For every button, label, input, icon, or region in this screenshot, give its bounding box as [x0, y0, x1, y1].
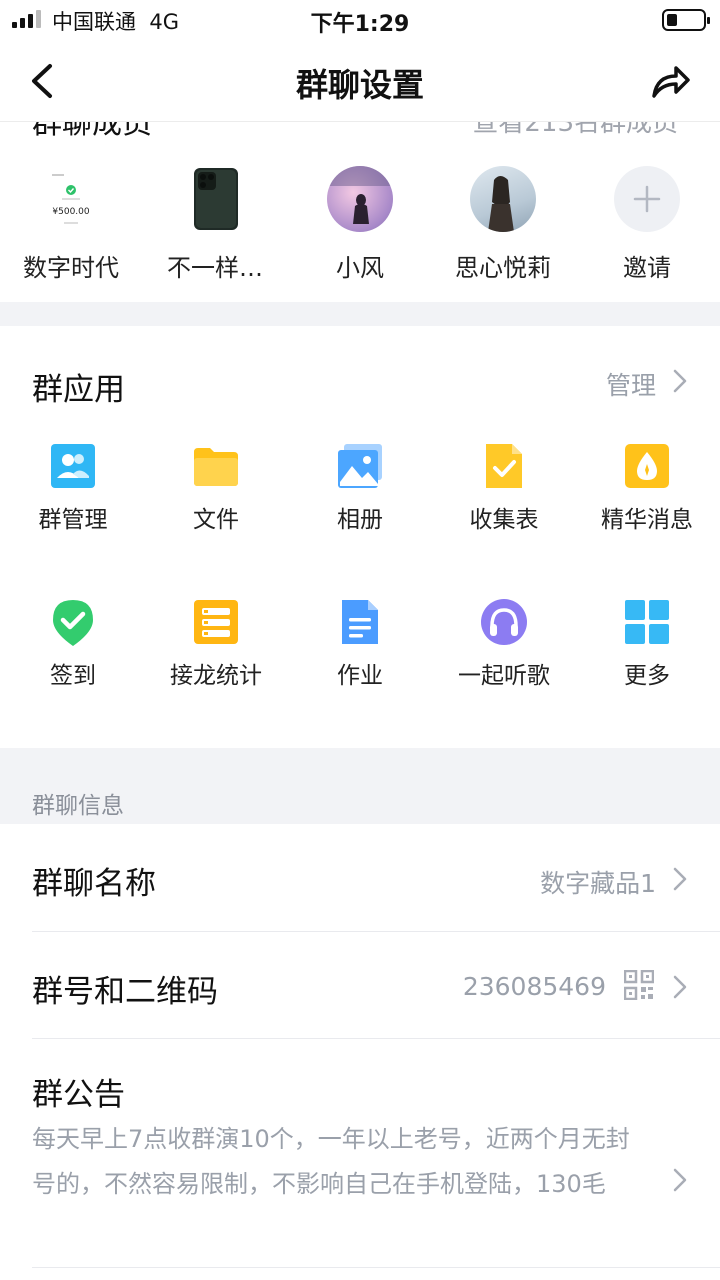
invite-button[interactable]: 邀请	[582, 166, 712, 286]
status-bar: 中国联通 4G 下午1:29	[0, 0, 720, 40]
group-notice-text: 每天早上7点收群演10个，一年以上老号，近两个月无封号的，不然容易限制，不影响自…	[32, 1125, 630, 1198]
member-item[interactable]: 小风	[295, 166, 425, 286]
member-name: 思心悦莉	[455, 254, 551, 282]
member-item[interactable]: ¥500.00 数字时代	[6, 166, 136, 286]
app-label: 相册	[337, 507, 383, 533]
member-item[interactable]: 不一样…	[150, 166, 280, 286]
member-name: 数字时代	[23, 254, 119, 282]
app-collect-form[interactable]: 收集表	[434, 442, 574, 552]
row-divider	[32, 1267, 720, 1268]
group-name-row[interactable]: 群聊名称 数字藏品1	[0, 824, 720, 932]
page-title: 群聊设置	[295, 66, 424, 104]
qr-code-icon[interactable]	[624, 970, 654, 1000]
phone-photo-avatar	[182, 166, 248, 232]
group-number-value: 236085469	[462, 972, 606, 1001]
app-label: 签到	[50, 663, 96, 689]
app-label: 更多	[624, 663, 670, 689]
app-group-manage[interactable]: 群管理	[3, 442, 143, 552]
group-name-value: 数字藏品1	[540, 869, 656, 898]
group-manage-icon	[51, 444, 95, 488]
app-label: 一起听歌	[458, 663, 550, 689]
share-icon[interactable]	[648, 60, 692, 102]
folder-icon	[194, 448, 238, 486]
chevron-right-icon	[673, 867, 687, 891]
battery-icon	[662, 9, 710, 31]
app-label: 接龙统计	[170, 663, 262, 689]
listen-music-icon	[481, 599, 527, 645]
info-section-title: 群聊信息	[32, 793, 124, 819]
member-item[interactable]: 思心悦莉	[438, 166, 568, 286]
apps-manage-link[interactable]: 管理	[606, 366, 656, 402]
invite-label: 邀请	[623, 254, 671, 282]
app-highlight-messages[interactable]: 精华消息	[577, 442, 717, 552]
girl-photo-avatar	[327, 166, 393, 232]
clock: 下午1:29	[310, 12, 410, 37]
album-icon	[338, 444, 382, 488]
highlight-message-icon	[625, 444, 669, 488]
app-files[interactable]: 文件	[146, 442, 286, 552]
app-label: 群管理	[38, 507, 108, 533]
chevron-right-icon	[673, 369, 687, 393]
group-name-label: 群聊名称	[32, 866, 156, 902]
battery-level	[667, 14, 677, 26]
more-apps-icon	[625, 600, 669, 644]
group-notice-row[interactable]: 群公告 每天早上7点收群演10个，一年以上老号，近两个月无封号的，不然容易限制，…	[0, 1039, 720, 1268]
receipt-screenshot-avatar: ¥500.00	[38, 166, 104, 232]
group-number-label: 群号和二维码	[32, 974, 218, 1010]
app-label: 精华消息	[601, 507, 693, 533]
apps-title: 群应用	[32, 372, 125, 408]
app-label: 文件	[193, 507, 239, 533]
group-apps-section: 群应用 管理 群管理 文件 相册 收集表 精华消息 签到 接龙统计 作业 一起听…	[0, 326, 720, 748]
receipt-amount: ¥500.00	[52, 207, 89, 217]
app-album[interactable]: 相册	[290, 442, 430, 552]
info-section-header: 群聊信息	[0, 748, 720, 824]
app-listen-music[interactable]: 一起听歌	[434, 598, 574, 708]
girl-photo-avatar	[470, 166, 536, 232]
homework-icon	[342, 600, 378, 644]
member-name: 不一样…	[167, 254, 263, 282]
relay-stats-icon	[194, 600, 238, 644]
app-homework[interactable]: 作业	[290, 598, 430, 708]
group-number-row[interactable]: 群号和二维码 236085469	[0, 932, 720, 1039]
nav-bar: 群聊设置	[0, 40, 720, 122]
app-checkin[interactable]: 签到	[3, 598, 143, 708]
plus-icon	[614, 166, 680, 232]
app-more[interactable]: 更多	[577, 598, 717, 708]
checkin-icon	[53, 600, 93, 646]
app-label: 收集表	[469, 507, 539, 533]
chevron-right-icon	[673, 1168, 687, 1192]
member-name: 小风	[336, 254, 384, 282]
collect-form-icon	[486, 444, 522, 488]
app-relay-stats[interactable]: 接龙统计	[146, 598, 286, 708]
section-divider	[0, 302, 720, 326]
app-label: 作业	[337, 663, 383, 689]
chevron-right-icon	[673, 975, 687, 999]
group-notice-label: 群公告	[32, 1077, 125, 1113]
